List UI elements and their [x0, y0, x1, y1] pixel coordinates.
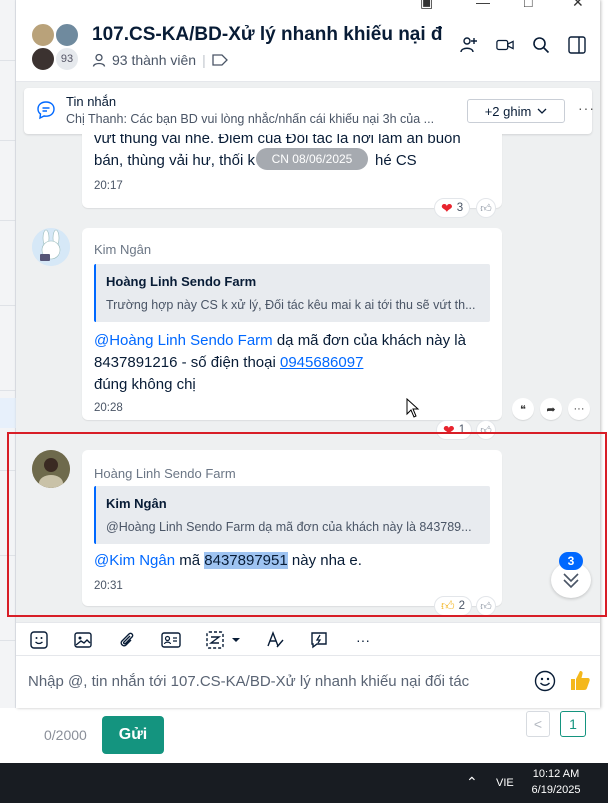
sidebar-toggle-icon[interactable]: [568, 36, 586, 54]
minimize-icon[interactable]: —: [476, 0, 490, 10]
contact-card-icon[interactable]: [160, 629, 182, 651]
more-tools-icon[interactable]: ···: [352, 629, 374, 651]
text-format-icon[interactable]: [264, 629, 286, 651]
date-divider: CN 08/06/2025: [256, 148, 368, 170]
conversation-header: 93 107.CS-KA/BD-Xử lý nhanh khiếu nại đố…: [16, 10, 600, 82]
quote-author: Hoàng Linh Sendo Farm: [106, 274, 257, 289]
quick-like-icon[interactable]: [568, 668, 592, 692]
phone-link[interactable]: 0945686097: [280, 354, 363, 371]
tray-expand-icon[interactable]: ⌃: [466, 774, 478, 791]
message-bubble-icon: [37, 101, 55, 120]
message-bubble[interactable]: Kim Ngân Hoàng Linh Sendo Farm Trường hợ…: [82, 228, 502, 420]
thumbs-up-icon[interactable]: 👍︎: [476, 198, 496, 218]
quick-message-icon[interactable]: [308, 629, 330, 651]
message-time: 20:17: [94, 180, 123, 192]
tag-icon[interactable]: [212, 54, 228, 66]
member-avatar: [30, 22, 56, 48]
avatar[interactable]: [32, 228, 70, 266]
pinned-count-label: +2 ghim: [484, 103, 532, 119]
clock-time: 10:12 AM: [532, 768, 580, 780]
pinned-message-bar[interactable]: Tin nhắn Chị Thanh: Các bạn BD vui lòng …: [24, 88, 595, 134]
taskbar: [0, 763, 608, 803]
mouse-cursor-icon: [406, 398, 420, 418]
background-form-footer: [0, 708, 608, 763]
input-language[interactable]: VIE: [496, 777, 514, 789]
more-actions-icon[interactable]: ···: [568, 398, 590, 420]
pinned-label: Tin nhắn: [66, 94, 117, 109]
reaction-count: 3: [456, 202, 464, 214]
member-avatar: [30, 46, 56, 72]
member-overflow-count: 93: [54, 46, 80, 72]
heart-icon: ❤: [441, 199, 453, 216]
image-icon[interactable]: [72, 629, 94, 651]
pinned-count-button[interactable]: +2 ghim: [467, 99, 565, 123]
message-text: @Hoàng Linh Sendo Farm dạ mã đơn của khá…: [94, 332, 466, 393]
conversation-title[interactable]: 107.CS-KA/BD-Xử lý nhanh khiếu nại đối t: [92, 24, 442, 46]
char-count: 0/2000: [44, 727, 87, 743]
send-button[interactable]: Gửi: [102, 716, 164, 754]
window-titlebar: ▣ — □ ✕: [16, 0, 600, 10]
chevron-down-icon: [537, 108, 547, 114]
background-panel: [0, 0, 16, 763]
taskbar-clock[interactable]: 10:12 AM 6/19/2025: [526, 766, 586, 798]
member-count: 93 thành viên: [112, 52, 197, 68]
attachment-icon[interactable]: [116, 629, 138, 651]
reaction-badge[interactable]: ❤ 3: [434, 198, 471, 218]
message-input[interactable]: [28, 668, 528, 694]
screenshot-icon[interactable]: [204, 629, 248, 651]
maximize-icon[interactable]: □: [524, 0, 532, 10]
user-icon: [92, 53, 106, 67]
sticker-icon[interactable]: [28, 629, 50, 651]
group-avatar[interactable]: 93: [30, 22, 82, 72]
member-info[interactable]: 93 thành viên |: [92, 52, 228, 68]
composer-toolbar: ···: [16, 622, 600, 656]
search-icon[interactable]: [532, 36, 550, 54]
video-call-icon[interactable]: [496, 36, 514, 54]
add-member-icon[interactable]: [460, 36, 478, 54]
more-options-icon[interactable]: ···: [578, 100, 595, 116]
page-current-button[interactable]: 1: [560, 711, 586, 737]
clock-date: 6/19/2025: [531, 784, 581, 796]
message-bubble[interactable]: vứt thùng vải nhé. Điểm của Đối tác là n…: [82, 134, 502, 208]
quote-text: Trường hợp này CS k xử lý, Đối tác kêu m…: [106, 298, 476, 312]
quote-reply-icon[interactable]: ❝: [512, 398, 534, 420]
mention-link[interactable]: @Hoàng Linh Sendo Farm: [94, 332, 273, 349]
forward-icon[interactable]: ➦: [540, 398, 562, 420]
quoted-message[interactable]: Hoàng Linh Sendo Farm Trường hợp này CS …: [94, 264, 490, 322]
highlight-annotation-box: [7, 432, 607, 617]
member-avatar: [54, 22, 80, 48]
message-time: 20:28: [94, 402, 123, 414]
page-prev-button[interactable]: <: [526, 711, 550, 737]
sender-name: Kim Ngân: [94, 242, 152, 257]
composer: [16, 656, 600, 708]
pinned-preview: Chị Thanh: Các bạn BD vui lòng nhắc/nhấn…: [66, 112, 435, 126]
emoji-icon[interactable]: [534, 670, 556, 692]
